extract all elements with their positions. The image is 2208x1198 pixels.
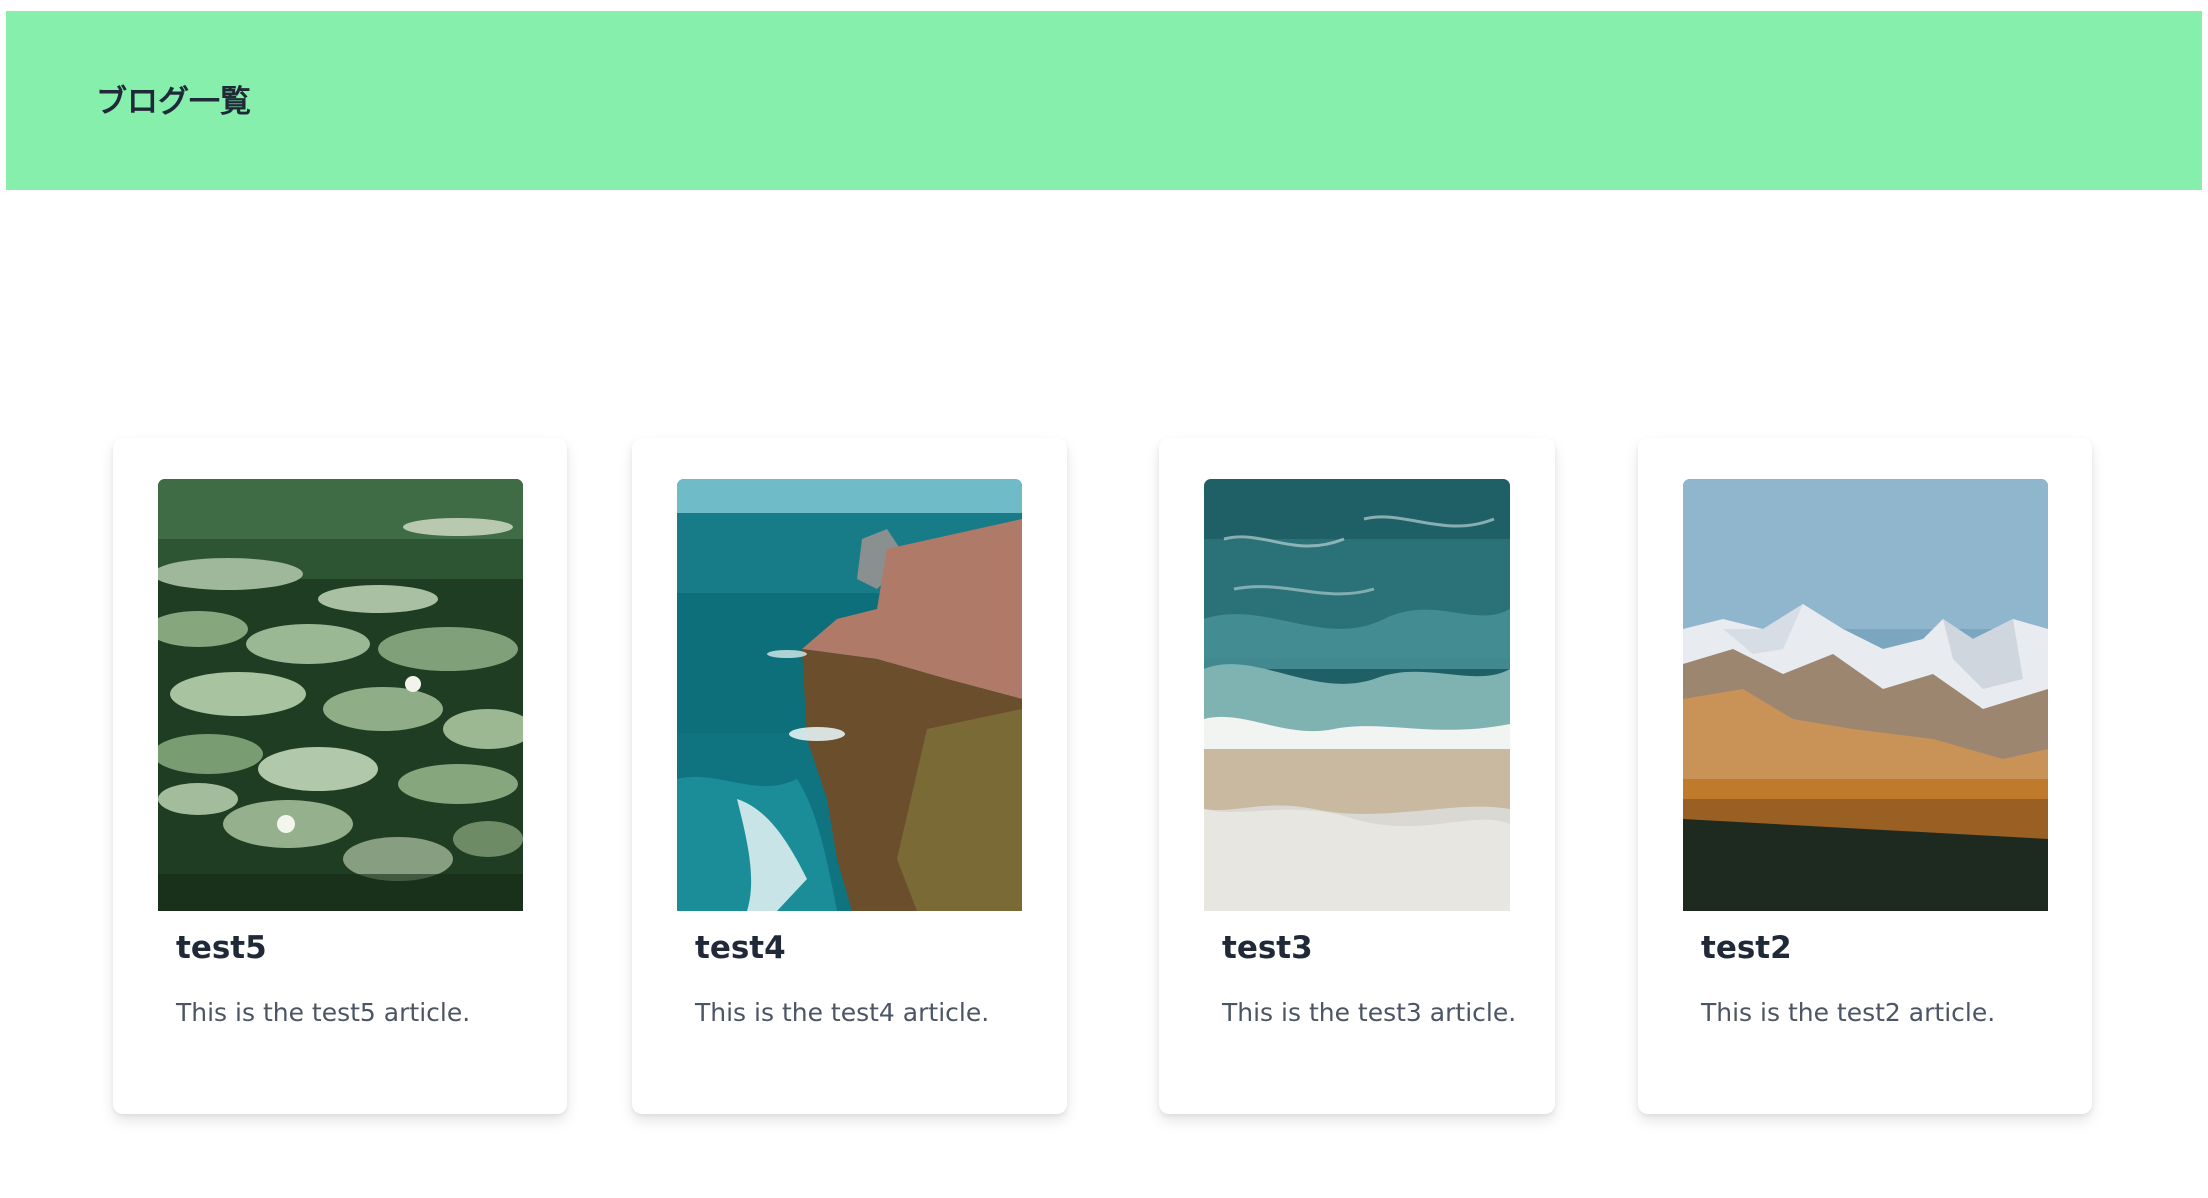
- blog-card-test3[interactable]: test3 This is the test3 article.: [1159, 438, 1555, 1114]
- card-title[interactable]: test2: [1701, 930, 1792, 967]
- page: ブログ一覧 test5 This is the test5 article. t…: [0, 0, 2208, 1198]
- card-title[interactable]: test5: [176, 930, 267, 967]
- card-description: This is the test2 article.: [1701, 998, 1996, 1027]
- card-image-pond[interactable]: [158, 479, 523, 911]
- blog-card-test4[interactable]: test4 This is the test4 article.: [632, 438, 1067, 1114]
- page-title: ブログ一覧: [96, 84, 251, 120]
- blog-card-test5[interactable]: test5 This is the test5 article.: [113, 438, 567, 1114]
- blog-card-test2[interactable]: test2 This is the test2 article.: [1638, 438, 2092, 1114]
- card-image-waves[interactable]: [1204, 479, 1510, 911]
- card-title[interactable]: test4: [695, 930, 786, 967]
- card-description: This is the test4 article.: [695, 998, 990, 1027]
- card-description: This is the test3 article.: [1222, 998, 1517, 1027]
- header-bar: ブログ一覧: [6, 11, 2202, 190]
- card-image-mountains[interactable]: [1683, 479, 2048, 911]
- card-description: This is the test5 article.: [176, 998, 471, 1027]
- card-image-coastline[interactable]: [677, 479, 1022, 911]
- card-title[interactable]: test3: [1222, 930, 1313, 967]
